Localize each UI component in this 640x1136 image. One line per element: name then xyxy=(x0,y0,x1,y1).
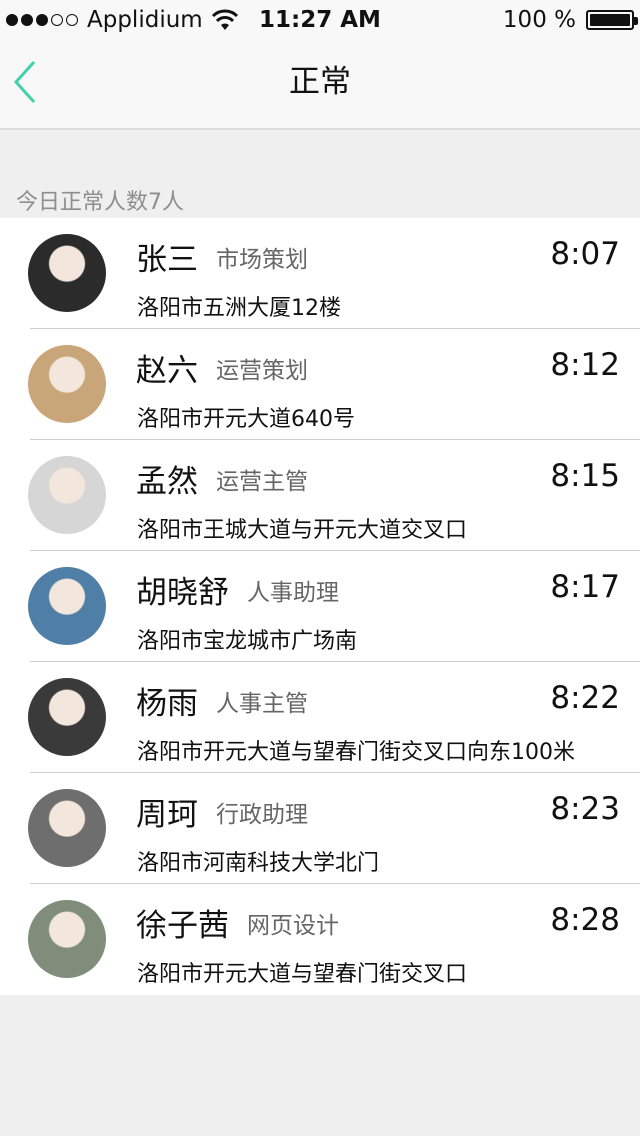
check-in-address: 洛阳市河南科技大学北门 xyxy=(137,851,380,876)
avatar xyxy=(28,900,106,978)
employee-name-line: 周珂 行政助理 xyxy=(136,789,308,834)
check-in-time: 8:07 xyxy=(550,236,620,272)
employee-role: 行政助理 xyxy=(216,802,308,828)
avatar xyxy=(28,234,106,312)
list-item[interactable]: 徐子茜 网页设计 8:28 洛阳市开元大道与望春门街交叉口 xyxy=(0,884,640,995)
check-in-address: 洛阳市宝龙城市广场南 xyxy=(137,629,358,654)
employee-name-line: 赵六 运营策划 xyxy=(136,345,308,390)
check-in-time: 8:12 xyxy=(550,347,620,383)
avatar xyxy=(28,567,106,645)
page-title: 正常 xyxy=(289,64,351,100)
employee-name-line: 徐子茜 网页设计 xyxy=(136,900,339,945)
avatar xyxy=(28,456,106,534)
battery-percent: 100 % xyxy=(502,7,576,33)
employee-role: 运营策划 xyxy=(216,358,308,384)
employee-list: 张三 市场策划 8:07 洛阳市五洲大厦12楼赵六 运营策划 8:12 洛阳市开元大道640… xyxy=(0,218,640,995)
employee-role: 人事主管 xyxy=(216,691,308,717)
employee-name: 胡晓舒 xyxy=(136,575,229,611)
list-item[interactable]: 张三 市场策划 8:07 洛阳市五洲大厦12楼 xyxy=(0,218,640,329)
check-in-time: 8:15 xyxy=(550,458,620,494)
avatar xyxy=(28,345,106,423)
employee-name: 杨雨 xyxy=(136,686,198,722)
list-item[interactable]: 孟然 运营主管 8:15 洛阳市王城大道与开元大道交叉口 xyxy=(0,440,640,551)
employee-name: 孟然 xyxy=(136,464,198,500)
employee-name: 赵六 xyxy=(136,353,198,389)
check-in-time: 8:17 xyxy=(550,569,620,605)
employee-name-line: 杨雨 人事主管 xyxy=(136,678,308,723)
list-item[interactable]: 杨雨 人事主管 8:22 洛阳市开元大道与望春门街交叉口向东100米 xyxy=(0,662,640,773)
check-in-time: 8:22 xyxy=(550,680,620,716)
avatar xyxy=(28,789,106,867)
list-item[interactable]: 周珂 行政助理 8:23 洛阳市河南科技大学北门 xyxy=(0,773,640,884)
check-in-time: 8:23 xyxy=(550,791,620,827)
employee-role: 网页设计 xyxy=(247,913,339,939)
battery-icon xyxy=(586,10,638,30)
check-in-address: 洛阳市王城大道与开元大道交叉口 xyxy=(137,518,468,543)
check-in-time: 8:28 xyxy=(550,902,620,938)
check-in-address: 洛阳市五洲大厦12楼 xyxy=(137,296,341,321)
check-in-address: 洛阳市开元大道640号 xyxy=(137,407,355,432)
employee-name-line: 胡晓舒 人事助理 xyxy=(136,567,339,612)
employee-name-line: 孟然 运营主管 xyxy=(136,456,308,501)
section-header: 今日正常人数7人 xyxy=(16,190,184,215)
employee-name: 周珂 xyxy=(136,797,198,833)
check-in-address: 洛阳市开元大道与望春门街交叉口向东100米 xyxy=(137,740,575,765)
employee-role: 市场策划 xyxy=(216,247,308,273)
list-item[interactable]: 胡晓舒 人事助理 8:17 洛阳市宝龙城市广场南 xyxy=(0,551,640,662)
status-right: 100 % xyxy=(502,0,638,40)
status-bar: Applidium 11:27 AM 100 % xyxy=(0,0,640,40)
avatar xyxy=(28,678,106,756)
employee-role: 运营主管 xyxy=(216,469,308,495)
employee-name: 张三 xyxy=(136,242,198,278)
check-in-address: 洛阳市开元大道与望春门街交叉口 xyxy=(137,962,468,987)
nav-bar: 正常 xyxy=(0,40,640,130)
employee-role: 人事助理 xyxy=(247,580,339,606)
list-item[interactable]: 赵六 运营策划 8:12 洛阳市开元大道640号 xyxy=(0,329,640,440)
employee-name-line: 张三 市场策划 xyxy=(136,234,308,279)
employee-name: 徐子茜 xyxy=(136,908,229,944)
